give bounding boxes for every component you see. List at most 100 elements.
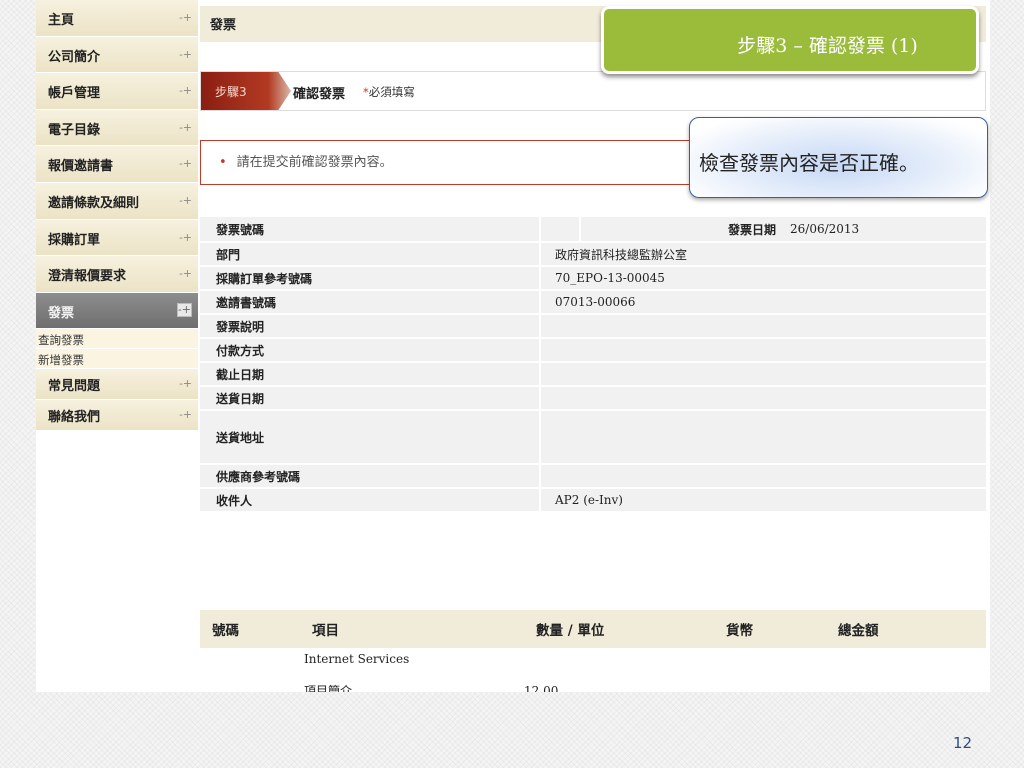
sidebar-item-label: 採購訂單 (48, 232, 101, 248)
page-number: 12 (953, 734, 973, 752)
cell (200, 670, 300, 692)
expand-arrow-icon: -+ (179, 47, 192, 61)
sidebar-item-home[interactable]: 主頁 -+ (36, 0, 198, 36)
field-label: 邀請書號碼 (200, 290, 540, 315)
invoice-date-label: 發票日期 (727, 222, 776, 237)
table-row: 付款方式 (200, 338, 986, 363)
alert-text: 請在提交前確認發票內容。 (236, 155, 393, 170)
step-indicator: 步驟3 確認發票 *必須填寫 (200, 71, 986, 111)
table-header-row: 號碼 項目 數量 / 單位 貨幣 總金額 (200, 610, 986, 648)
table-row: 採購訂單參考號碼 70_EPO-13-00045 (200, 266, 986, 291)
column-header: 數量 / 單位 (524, 610, 714, 648)
table-row: 發票說明 (200, 314, 986, 339)
step-badge: 步驟3 (201, 72, 291, 110)
main-content: 發票 步驟3 確認發票 *必須填寫 • 請在提交前確認發票內容。 發票號碼 發票日… (200, 0, 990, 692)
field-label: 收件人 (200, 488, 540, 513)
sidebar-item-account[interactable]: 帳戶管理 -+ (36, 73, 198, 109)
cell (714, 670, 826, 692)
column-header: 貨幣 (714, 610, 826, 648)
field-label: 付款方式 (200, 338, 540, 363)
table-row: 送貨地址 (200, 410, 986, 465)
sidebar-item-label: 常見問題 (48, 379, 101, 395)
item-quantity: 12.00 (524, 683, 559, 693)
cell (826, 670, 986, 692)
table-row: 項目簡介 12.00 (200, 670, 986, 693)
expand-arrow-icon: -+ (179, 230, 192, 244)
sidebar-subitem-search-invoice[interactable]: 查詢發票 (36, 329, 198, 350)
item-description: 項目簡介 (304, 684, 353, 692)
sidebar-item-label: 電子目錄 (48, 122, 101, 138)
field-label: 發票號碼 (200, 217, 540, 243)
sidebar-item-quotation[interactable]: 報價邀請書 -+ (36, 146, 198, 182)
hint-callout: 檢查發票內容是否正確。 (689, 117, 988, 198)
sidebar-item-company-profile[interactable]: 公司簡介 -+ (36, 36, 198, 73)
invoice-items-table: 號碼 項目 數量 / 單位 貨幣 總金額 Internet Services 項… (200, 610, 986, 692)
field-value (539, 314, 986, 339)
field-label: 發票說明 (200, 314, 540, 339)
field-value (541, 217, 581, 241)
field-label: 送貨日期 (200, 386, 540, 411)
field-value (539, 338, 986, 363)
table-row: 收件人 AP2 (e-Inv) (200, 488, 986, 513)
sidebar-item-purchase-order[interactable]: 採購訂單 -+ (36, 219, 198, 256)
cell (524, 648, 714, 670)
expand-arrow-icon: -+ (179, 377, 192, 391)
expand-arrow-icon: -+ (179, 193, 192, 207)
sidebar-nav: 主頁 -+ 公司簡介 -+ 帳戶管理 -+ 電子目錄 -+ 報價邀請書 -+ 邀請條款及細… (36, 0, 198, 431)
field-value: 70_EPO-13-00045 (539, 266, 986, 291)
sidebar-item-label: 主頁 (48, 13, 75, 28)
expand-arrow-icon: -+ (179, 11, 192, 24)
field-value (539, 362, 986, 387)
cell (200, 648, 300, 670)
column-header: 項目 (300, 610, 524, 648)
sidebar-item-contact[interactable]: 聯絡我們 -+ (36, 400, 198, 431)
alert-bullet: • (219, 155, 227, 170)
table-row: Internet Services (200, 648, 986, 670)
sidebar-item-catalog[interactable]: 電子目錄 -+ (36, 109, 198, 146)
required-text: 必須填寫 (368, 85, 415, 99)
expand-arrow-icon: -+ (179, 84, 192, 98)
sidebar-item-label: 澄清報價要求 (48, 269, 127, 285)
expand-arrow-icon: -+ (179, 267, 192, 281)
field-value: AP2 (e-Inv) (539, 488, 986, 513)
field-label: 採購訂單參考號碼 (200, 266, 540, 291)
sidebar-item-terms[interactable]: 邀請條款及細則 -+ (36, 182, 198, 219)
sidebar-subitem-new-invoice[interactable]: 新增發票 (36, 349, 198, 370)
sidebar-item-label: 聯絡我們 (48, 410, 101, 426)
sidebar-item-faq[interactable]: 常見問題 -+ (36, 369, 198, 400)
expand-arrow-icon: -+ (179, 408, 192, 422)
sidebar-item-label: 邀請條款及細則 (48, 195, 140, 211)
item-name: Internet Services (304, 652, 410, 666)
expand-arrow-icon: -+ (179, 157, 192, 171)
table-row: 部門 政府資訊科技總監辦公室 (200, 242, 986, 267)
sidebar-item-label: 公司簡介 (48, 49, 101, 65)
field-value (539, 386, 986, 411)
step-callout: 步驟3 – 確認發票 (1) (601, 6, 979, 74)
field-value (539, 464, 986, 489)
screenshot-frame: 主頁 -+ 公司簡介 -+ 帳戶管理 -+ 電子目錄 -+ 報價邀請書 -+ 邀請條款及細… (36, 0, 990, 692)
field-value: 政府資訊科技總監辦公室 (539, 242, 986, 267)
table-row: 截止日期 (200, 362, 986, 387)
field-value: 07013-00066 (539, 290, 986, 315)
cell (714, 648, 826, 670)
field-value (539, 410, 986, 465)
sidebar-item-label: 發票 (48, 305, 75, 321)
field-label: 截止日期 (200, 362, 540, 387)
column-header: 號碼 (200, 610, 300, 648)
field-label: 供應商參考號碼 (200, 464, 540, 489)
invoice-info-table: 發票號碼 發票日期 26/06/2013 部門 政府資訊科技總監辦公室 採購訂單參考… (200, 217, 986, 513)
field-label: 送貨地址 (200, 410, 540, 465)
field-value: 發票日期 26/06/2013 (539, 217, 986, 243)
required-note: *必須填寫 (363, 84, 415, 100)
table-row: 邀請書號碼 07013-00066 (200, 290, 986, 315)
sidebar-item-label: 帳戶管理 (48, 86, 101, 102)
sidebar-item-invoice[interactable]: 發票 -+ (36, 292, 198, 329)
column-header: 總金額 (826, 610, 986, 648)
table-row: 發票號碼 發票日期 26/06/2013 (200, 217, 986, 243)
step-title: 確認發票 (293, 87, 346, 102)
invoice-date-value: 26/06/2013 (790, 222, 860, 236)
field-label: 部門 (200, 242, 540, 267)
expand-arrow-icon: -+ (177, 302, 192, 317)
sidebar-item-clarification[interactable]: 澄清報價要求 -+ (36, 256, 198, 292)
table-row: 供應商參考號碼 (200, 464, 986, 489)
